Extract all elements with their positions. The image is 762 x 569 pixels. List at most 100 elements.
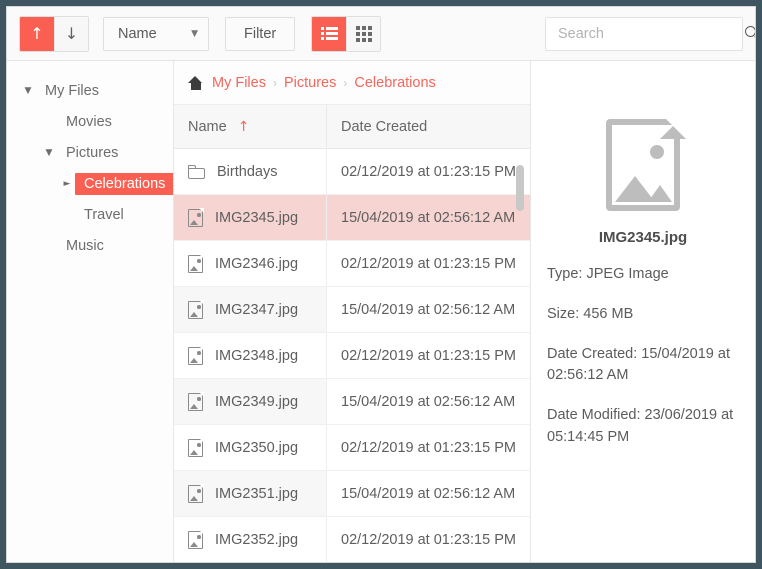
list-view-icon [320, 27, 338, 40]
breadcrumb-item-celebrations[interactable]: Celebrations [354, 75, 435, 91]
file-name-cell: IMG2345.jpg [174, 195, 327, 241]
file-date-label: 15/04/2019 at 02:56:12 AM [341, 485, 516, 502]
sidebar-item-celebrations[interactable]: ► Celebrations [7, 168, 173, 199]
file-name-cell: IMG2346.jpg [174, 241, 327, 287]
sidebar-item-movies[interactable]: Movies [7, 106, 173, 137]
chevron-down-icon[interactable]: ▼ [41, 148, 57, 158]
file-date-cell: 02/12/2019 at 01:23:15 PM [327, 425, 530, 471]
arrow-up-icon: ↑ [30, 23, 44, 43]
file-table-header: Name ↑ Date Created [174, 105, 530, 149]
file-date-cell: 02/12/2019 at 01:23:15 PM [327, 241, 530, 287]
image-file-icon [188, 391, 204, 411]
file-manager-window: ↑ ↓ Name ▼ Filter Search ▼ My Files Movi… [6, 6, 756, 563]
column-header-date-created-label: Date Created [341, 118, 428, 135]
breadcrumb: My Files › Pictures › Celebrations [174, 61, 530, 105]
preview-filename: IMG2345.jpg [598, 229, 688, 246]
grid-view-button[interactable] [346, 16, 381, 51]
sidebar-item-label: Celebrations [75, 172, 173, 195]
file-date-label: 15/04/2019 at 02:56:12 AM [341, 301, 516, 318]
table-row[interactable]: IMG2351.jpg 15/04/2019 at 02:56:12 AM [174, 471, 530, 517]
view-mode-toggle [311, 15, 382, 52]
file-date-label: 15/04/2019 at 02:56:12 AM [341, 209, 516, 226]
sidebar-item-pictures[interactable]: ▼ Pictures [7, 137, 173, 168]
image-file-icon [188, 345, 204, 365]
main-area: ▼ My Files Movies ▼ Pictures ► Celebrations Tra… [7, 61, 755, 562]
file-date-cell: 02/12/2019 at 01:23:15 PM [327, 333, 530, 379]
file-date-cell: 15/04/2019 at 02:56:12 AM [327, 195, 530, 241]
table-row[interactable]: Birthdays 02/12/2019 at 01:23:15 PM [174, 149, 530, 195]
toolbar: ↑ ↓ Name ▼ Filter [7, 7, 755, 61]
file-name-label: IMG2345.jpg [215, 209, 299, 226]
file-date-label: 15/04/2019 at 02:56:12 AM [341, 393, 516, 410]
table-row[interactable]: IMG2347.jpg 15/04/2019 at 02:56:12 AM [174, 287, 530, 333]
breadcrumb-item-pictures[interactable]: Pictures [284, 75, 336, 91]
sidebar-item-label: Music [66, 237, 104, 254]
file-date-label: 02/12/2019 at 01:23:15 PM [341, 255, 516, 272]
sort-descending-button[interactable]: ↓ [54, 16, 88, 51]
file-date-label: 02/12/2019 at 01:23:15 PM [341, 439, 516, 456]
sort-ascending-button[interactable]: ↑ [20, 16, 54, 51]
file-name-label: IMG2349.jpg [215, 393, 299, 410]
file-name-label: IMG2347.jpg [215, 301, 299, 318]
column-header-date-created[interactable]: Date Created [327, 105, 530, 148]
image-file-large-icon [606, 113, 686, 211]
sidebar-item-label: My Files [45, 82, 99, 99]
folder-icon [188, 164, 205, 179]
table-row[interactable]: IMG2346.jpg 02/12/2019 at 01:23:15 PM [174, 241, 530, 287]
sidebar-tree: ▼ My Files Movies ▼ Pictures ► Celebrations Tra… [7, 61, 174, 562]
arrow-down-icon: ↓ [64, 23, 79, 43]
sidebar-item-label: Travel [84, 206, 124, 223]
image-file-icon [188, 253, 204, 273]
chevron-down-icon: ▼ [191, 28, 198, 39]
file-date-cell: 02/12/2019 at 01:23:15 PM [327, 149, 530, 195]
file-name-label: IMG2350.jpg [215, 439, 299, 456]
search-box[interactable] [545, 16, 755, 51]
file-date-label: 02/12/2019 at 01:23:15 PM [341, 531, 516, 548]
sidebar-item-travel[interactable]: Travel [7, 199, 173, 230]
column-header-name-label: Name [188, 118, 227, 135]
file-date-label: 02/12/2019 at 01:23:15 PM [341, 163, 516, 180]
sidebar-item-my-files[interactable]: ▼ My Files [7, 75, 173, 106]
sort-direction-group: ↑ ↓ [19, 15, 89, 52]
table-row[interactable]: IMG2348.jpg 02/12/2019 at 01:23:15 PM [174, 333, 530, 379]
sidebar-item-label: Pictures [66, 144, 119, 161]
preview-icon-wrap [547, 113, 739, 211]
filter-label: Filter [244, 25, 277, 42]
search-icon[interactable] [745, 25, 755, 42]
sort-field-dropdown[interactable]: Name ▼ [103, 16, 209, 51]
list-view-button[interactable] [312, 16, 347, 51]
file-name-cell: IMG2352.jpg [174, 517, 327, 562]
file-date-cell: 15/04/2019 at 02:56:12 AM [327, 471, 530, 517]
breadcrumb-separator-icon: › [343, 75, 348, 90]
search-input[interactable] [558, 25, 745, 42]
detail-date-created: Date Created: 15/04/2019 at 02:56:12 AM [547, 345, 730, 384]
chevron-down-icon[interactable]: ▼ [20, 86, 36, 96]
table-row[interactable]: IMG2350.jpg 02/12/2019 at 01:23:15 PM [174, 425, 530, 471]
detail-type: Type: JPEG Image [547, 266, 669, 282]
image-file-icon [188, 483, 204, 503]
image-file-icon [188, 437, 204, 457]
chevron-right-icon[interactable]: ► [59, 179, 75, 189]
file-name-label: IMG2348.jpg [215, 347, 299, 364]
filter-button[interactable]: Filter [225, 16, 296, 51]
column-header-name[interactable]: Name ↑ [174, 105, 327, 148]
file-name-cell: IMG2349.jpg [174, 379, 327, 425]
file-date-label: 02/12/2019 at 01:23:15 PM [341, 347, 516, 364]
sidebar-item-music[interactable]: Music [7, 230, 173, 261]
file-name-cell: IMG2350.jpg [174, 425, 327, 471]
image-file-icon [188, 299, 204, 319]
file-name-label: IMG2346.jpg [215, 255, 299, 272]
file-name-label: IMG2351.jpg [215, 485, 299, 502]
file-name-label: Birthdays [217, 163, 278, 180]
table-row[interactable]: IMG2345.jpg 15/04/2019 at 02:56:12 AM [174, 195, 530, 241]
detail-panel: IMG2345.jpg Type: JPEG Image Size: 456 M… [531, 61, 755, 562]
file-name-cell: IMG2351.jpg [174, 471, 327, 517]
table-row[interactable]: IMG2349.jpg 15/04/2019 at 02:56:12 AM [174, 379, 530, 425]
table-row[interactable]: IMG2352.jpg 02/12/2019 at 01:23:15 PM [174, 517, 530, 562]
file-name-cell: Birthdays [174, 149, 327, 195]
file-name-label: IMG2352.jpg [215, 531, 299, 548]
breadcrumb-item-my-files[interactable]: My Files [212, 75, 266, 91]
home-icon[interactable] [188, 75, 203, 90]
file-list-scrollbar[interactable] [516, 165, 524, 211]
file-list: Birthdays 02/12/2019 at 01:23:15 PM IMG234… [174, 149, 530, 562]
